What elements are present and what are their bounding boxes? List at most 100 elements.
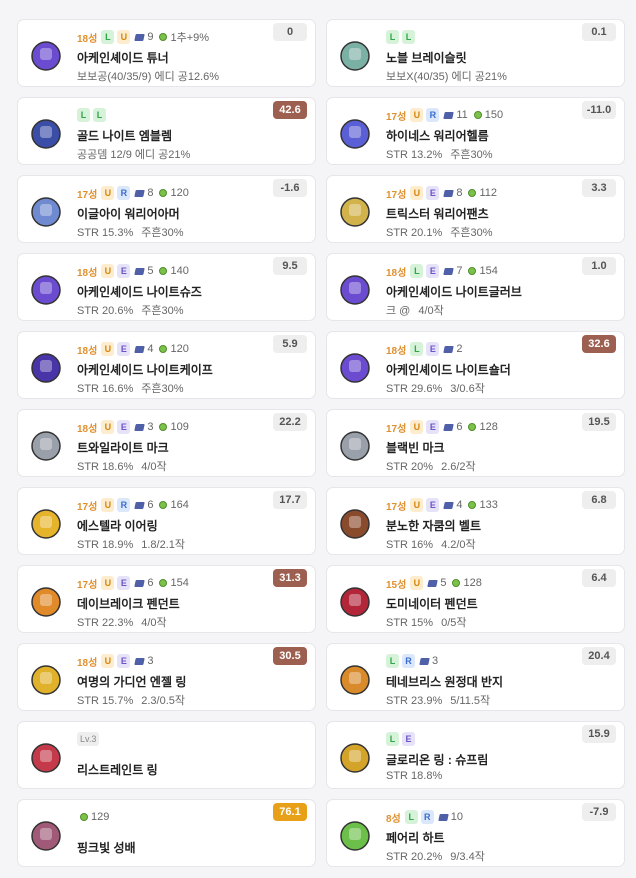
scroll-icon (134, 33, 146, 41)
item-tags: 17성 U R 8 120 (77, 185, 189, 201)
starforce-label: 18성 (386, 345, 407, 357)
flame-icon (473, 111, 482, 119)
item-tags: LL (77, 107, 106, 123)
starforce-label: 18성 (77, 267, 98, 279)
equipment-card[interactable]: L E 글로리온 링 : 슈프림 STR 18.8% 15.9 (326, 721, 625, 789)
equipment-card[interactable]: 17성 U R 8 120 이글아이 워리어아머 STR 15.3% 주흔30% -1.6 (17, 175, 316, 243)
item-tags: 17성 U R 6 164 (77, 497, 189, 513)
flame-value: 109 (170, 421, 189, 433)
potential-grade-badge: E (117, 420, 131, 434)
scroll-icon (438, 813, 449, 821)
potential-grade-badge: R (402, 654, 415, 668)
item-tags: 18성 U E 4 120 (77, 341, 189, 357)
score-badge: 76.1 (273, 803, 307, 821)
equipment-card[interactable]: 129 핑크빛 성배 76.1 (17, 799, 316, 867)
flame-value: 154 (479, 265, 498, 277)
score-badge: 22.2 (273, 413, 307, 431)
stat-value: 4.2/0작 (441, 539, 476, 551)
item-name: 리스트레인트 링 (77, 763, 158, 777)
item-name: 도미네이터 펜던트 (386, 597, 478, 611)
equipment-card[interactable]: 18성 L E 2 아케인셰이드 나이트숄더 STR 29.6% 3/0.6작 32.6 (326, 331, 625, 399)
potential-grade-badge: E (117, 654, 131, 668)
scroll-count: 9 (147, 31, 154, 43)
glorion-ring-icon (335, 738, 375, 778)
potential-grade-badge: U (101, 654, 115, 668)
scroll-count: 8 (456, 187, 463, 199)
scroll-icon (443, 189, 455, 197)
potential-grade-badge: L (77, 108, 90, 122)
helmet-icon (335, 114, 375, 154)
equipment-card[interactable]: L L 노블 브레이슬릿 보보X(40/35) 에디 공21% 0.1 (326, 19, 625, 87)
starforce-label: 15성 (386, 579, 407, 591)
item-stats: STR 20% 2.6/2작 (386, 458, 476, 474)
item-tags: LL (386, 29, 415, 45)
potential-grade-badge: R (117, 186, 131, 200)
equipment-card[interactable]: 17성 U R 11 150 하이네스 워리어헬름 STR 13.2% 주흔30% -11.0 (326, 97, 625, 165)
item-stats: STR 20.6% 주흔30% (77, 302, 184, 318)
stat-value: STR 18.6% (77, 461, 134, 473)
equipment-card[interactable]: 17성 U E 6 128 블랙빈 마크 STR 20% 2.6/2작 19.5 (326, 409, 625, 477)
score-badge: -7.9 (582, 803, 616, 821)
item-tags: 15성 U 5 128 (386, 575, 482, 591)
item-name: 데이브레이크 펜던트 (77, 597, 180, 611)
equipment-card[interactable]: 18성 L E 7 154 아케인셰이드 나이트글러브 크 @ 4/0작 1.0 (326, 253, 625, 321)
scroll-count: 6 (147, 499, 154, 511)
item-tags: 18성 L E 2 (386, 341, 462, 357)
stat-value: 0/5작 (441, 617, 467, 629)
equipment-card[interactable]: 18성 U E 3 여명의 가디언 엔젤 링 STR 15.7% 2.3/0.5작 30.5 (17, 643, 316, 711)
shoes-icon (26, 270, 66, 310)
potential-grade-badge: E (426, 498, 440, 512)
score-badge: 6.8 (582, 491, 616, 509)
item-name: 페어리 하트 (386, 831, 445, 845)
flame-icon (468, 423, 477, 431)
equipment-card[interactable]: 17성 U E 8 112 트릭스터 워리어팬츠 STR 20.1% 주흔30% 3.3 (326, 175, 625, 243)
item-stats: STR 13.2% 주흔30% (386, 146, 493, 162)
equipment-card[interactable]: 17성 U E 6 154 데이브레이크 펜던트 STR 22.3% 4/0작 31.3 (17, 565, 316, 633)
equipment-card[interactable]: 18성 U E 5 140 아케인셰이드 나이트슈즈 STR 20.6% 주흔30% 9.5 (17, 253, 316, 321)
item-tags: 17성 U E 6 128 (386, 419, 498, 435)
dominator-pendant-icon (335, 582, 375, 622)
scroll-icon (443, 345, 455, 353)
equipment-card[interactable]: 15성 U 5 128 도미네이터 펜던트 STR 15% 0/5작 6.4 (326, 565, 625, 633)
flame-icon (159, 345, 168, 353)
score-badge: 31.3 (273, 569, 307, 587)
cape-icon (26, 348, 66, 388)
starforce-label: 18성 (77, 33, 98, 45)
item-stats: STR 16.6% 주흔30% (77, 380, 184, 396)
stat-value: STR 15.3% (77, 227, 134, 239)
item-tags: LR 3 (386, 653, 438, 669)
item-name: 아케인셰이드 나이트글러브 (386, 285, 522, 299)
flame-value: 150 (484, 109, 504, 121)
stat-value: 크 @ (386, 305, 411, 317)
item-tags: 8성 L R 10 (386, 809, 463, 825)
item-stats: 보보공(40/35/9) 에디 공12.6% (77, 68, 219, 84)
item-stats: 크 @ 4/0작 (386, 302, 444, 318)
potential-grade-badge: U (101, 186, 115, 200)
flame-icon (159, 267, 168, 275)
item-tags: 18성 L U 9 1추+9% (77, 29, 209, 45)
item-stats: STR 15.7% 2.3/0.5작 (77, 692, 185, 708)
stat-value: STR 23.9% (386, 695, 443, 707)
equipment-card[interactable]: 8성 L R 10 페어리 하트 STR 20.2% 9/3.4작 -7.9 (326, 799, 625, 867)
equipment-card[interactable]: 17성 U R 6 164 에스텔라 이어링 STR 18.9% 1.8/2.1작 17.7 (17, 487, 316, 555)
potential-grade-badge: U (101, 498, 115, 512)
item-stats: STR 18.9% 1.8/2.1작 (77, 536, 185, 552)
scroll-icon (134, 345, 146, 353)
potential-grade-badge: U (410, 498, 424, 512)
equipment-card[interactable]: 17성 U E 4 133 분노한 자쿰의 벨트 STR 16% 4.2/0작 6.8 (326, 487, 625, 555)
equipment-card[interactable]: 18성 L U 9 1추+9% 아케인셰이드 튜너 보보공(40/35/9) 에디 공12.… (17, 19, 316, 87)
item-stats: STR 15.3% 주흔30% (77, 224, 184, 240)
equipment-card[interactable]: 18성 U E 3 109 트와일라이트 마크 STR 18.6% 4/0작 22.2 (17, 409, 316, 477)
item-name: 핑크빛 성배 (77, 841, 136, 855)
pants-icon (335, 192, 375, 232)
potential-grade-badge: E (117, 576, 131, 590)
item-tags: 17성 U E 6 154 (77, 575, 189, 591)
equipment-card[interactable]: L L 골드 나이트 엠블렘 공공뎀 12/9 에디 공21% 42.6 (17, 97, 316, 165)
item-tags: 18성 U E 3 109 (77, 419, 189, 435)
stat-value: 보보공(40/35/9) 에디 공12.6% (77, 71, 220, 83)
item-level: Lv.3 (77, 732, 100, 746)
equipment-card[interactable]: 18성 U E 4 120 아케인셰이드 나이트케이프 STR 16.6% 주흔30% 5.9 (17, 331, 316, 399)
equipment-card[interactable]: Lv.3 리스트레인트 링 (17, 721, 316, 789)
equipment-card[interactable]: L R 3 테네브리스 원정대 반지 STR 23.9% 5/11.5작 20.4 (326, 643, 625, 711)
scroll-count: 10 (450, 811, 464, 823)
